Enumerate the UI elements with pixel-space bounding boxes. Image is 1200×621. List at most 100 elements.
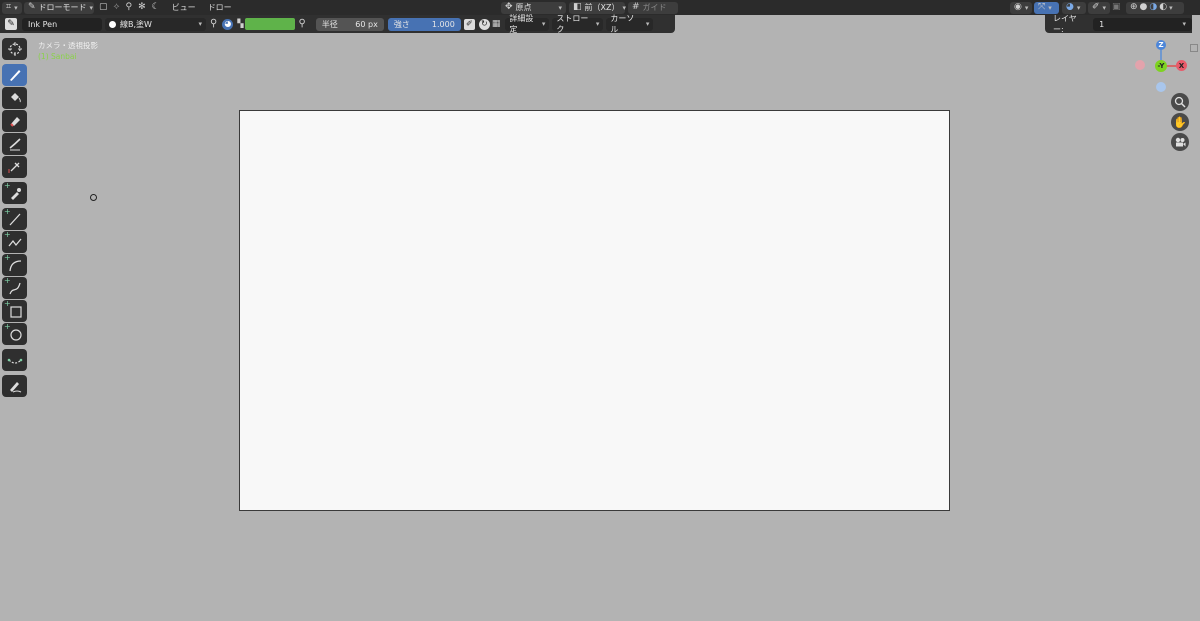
- brush-icon[interactable]: ✎: [5, 18, 17, 30]
- vertex-color-icon[interactable]: ▚: [237, 20, 243, 28]
- solid-icon[interactable]: ●: [1140, 3, 1148, 12]
- material-dropdown[interactable]: 線B,塗W ▾: [105, 17, 206, 31]
- cursor-tool[interactable]: [2, 38, 27, 60]
- fill-tool[interactable]: [2, 87, 27, 109]
- hand-icon: ✋: [1173, 115, 1187, 129]
- stroke-dropdown[interactable]: ストローク ▾: [552, 14, 604, 34]
- pan-button[interactable]: ✋: [1171, 113, 1189, 131]
- shading-buttons: ⊕ ● ◑ ◐ ▾: [1126, 1, 1184, 14]
- material-swatch-icon: [109, 20, 116, 28]
- zoom-button[interactable]: [1171, 93, 1189, 111]
- curve-editing-icon[interactable]: ⟡: [114, 3, 120, 12]
- chevron-down-icon: ▾: [89, 3, 94, 12]
- camera-view-button[interactable]: [1171, 133, 1189, 151]
- autokey-icon[interactable]: ⚲: [125, 3, 132, 12]
- plus-icon: +: [4, 207, 11, 216]
- gp-overlay-dropdown[interactable]: ✐ ▾: [1088, 1, 1110, 14]
- chevron-down-icon: ▾: [198, 20, 202, 28]
- annotate-tool[interactable]: [2, 375, 27, 397]
- menu-draw[interactable]: ドロー: [202, 2, 238, 13]
- chevron-down-icon: ▾: [645, 20, 650, 28]
- guides-label: ガイド: [642, 3, 667, 12]
- stabilizer-icon[interactable]: ▦: [492, 19, 501, 29]
- fill-bucket-icon: [10, 93, 21, 103]
- plus-icon: +: [4, 322, 11, 331]
- layer-bar: レイヤー: 1 ▾: [1045, 14, 1192, 34]
- pencil-icon: [9, 70, 20, 81]
- magnifier-icon: [1174, 96, 1186, 108]
- plus-icon: +: [4, 276, 11, 285]
- pivot-dropdown[interactable]: ✥ 原点 ▾: [501, 1, 566, 14]
- eyedropper-tool[interactable]: +: [2, 182, 27, 204]
- box-tool[interactable]: +: [2, 300, 27, 322]
- axis-neg-x[interactable]: [1135, 60, 1145, 70]
- brush-name: Ink Pen: [28, 19, 58, 29]
- chevron-down-icon: ▾: [558, 3, 562, 12]
- chevron-down-icon: ▾: [1048, 3, 1052, 12]
- brush-name-field[interactable]: Ink Pen: [22, 17, 102, 31]
- cursor-dropdown[interactable]: カーソル ▾: [606, 14, 654, 34]
- chevron-down-icon[interactable]: ▾: [1169, 4, 1173, 12]
- radius-field[interactable]: 半径 60 px: [315, 17, 384, 31]
- chevron-down-icon: ▾: [1024, 3, 1029, 12]
- polyline-tool[interactable]: +: [2, 231, 27, 253]
- multiframe-icon[interactable]: ▢: [99, 3, 108, 12]
- gizmo-icon: ⤧: [1038, 2, 1046, 12]
- region-edge[interactable]: [1190, 40, 1200, 200]
- tool-settings-bar: ✎ Ink Pen 線B,塗W ▾ ⚲ ◕ ▚ ⚲ 半径 60 px 強さ 1.…: [0, 14, 675, 34]
- color-mode-icon[interactable]: ◕: [222, 18, 234, 30]
- interpolate-tool[interactable]: [2, 349, 27, 371]
- plus-icon: +: [4, 299, 11, 308]
- overlay-dropdown[interactable]: ◕ ▾: [1062, 1, 1086, 14]
- circle-tool[interactable]: +: [2, 323, 27, 345]
- camera-frame[interactable]: [239, 110, 950, 511]
- chevron-down-icon: ▾: [14, 3, 18, 12]
- layer-label: レイヤー:: [1053, 14, 1077, 34]
- grid-icon: #: [632, 2, 640, 12]
- erase-tool[interactable]: [2, 110, 27, 132]
- menu-view[interactable]: ビュー: [166, 2, 202, 13]
- advanced-dropdown[interactable]: 詳細設定 ▾: [505, 14, 550, 34]
- mode-dropdown[interactable]: ✎ ドローモード ▾: [24, 1, 94, 14]
- axis-z[interactable]: Z: [1156, 40, 1166, 50]
- tint-tool[interactable]: [2, 133, 27, 155]
- mask-icon[interactable]: ✻: [138, 3, 146, 12]
- axis-x[interactable]: X: [1176, 60, 1187, 71]
- xray-icon[interactable]: ▣: [1112, 3, 1121, 12]
- gizmo-toggle[interactable]: ⤧ ▾: [1034, 1, 1059, 14]
- curve-tool[interactable]: +: [2, 277, 27, 299]
- pin-icon[interactable]: ⚲: [298, 19, 305, 29]
- wireframe-icon[interactable]: ⊕: [1130, 3, 1138, 12]
- arc-tool[interactable]: +: [2, 254, 27, 276]
- grease-pencil-editor-icon: ⌗: [6, 2, 12, 12]
- toolbar-left: + + + + + + +: [2, 38, 27, 398]
- refresh-icon[interactable]: ↻: [478, 18, 490, 30]
- strength-label: 強さ: [393, 19, 410, 29]
- editor-type-button[interactable]: ⌗ ▾: [2, 1, 22, 14]
- chevron-down-icon: ▾: [541, 20, 546, 28]
- color-swatch[interactable]: [245, 18, 296, 30]
- draw-tool[interactable]: [2, 64, 27, 86]
- header-bar: ⌗ ▾ ✎ ドローモード ▾ ▢ ⟡ ⚲ ✻ ☾ ビュー ドロー ✥ 原点 ▾ ◧…: [0, 0, 1200, 15]
- rendered-icon[interactable]: ◐: [1159, 3, 1167, 12]
- mode-label: ドローモード: [38, 3, 87, 12]
- pressure-icon[interactable]: ✐: [463, 18, 475, 30]
- eraser-icon: [9, 117, 20, 127]
- axis-neg-z[interactable]: [1156, 82, 1166, 92]
- axis-neg-y[interactable]: -Y: [1155, 60, 1167, 72]
- line-tool[interactable]: +: [2, 208, 27, 230]
- camera-icon: [1175, 137, 1186, 147]
- onion-icon[interactable]: ☾: [152, 3, 160, 12]
- visibility-dropdown[interactable]: ◉ ▾: [1010, 1, 1032, 14]
- brush-cursor: [90, 194, 97, 201]
- strength-field[interactable]: 強さ 1.000: [387, 17, 461, 31]
- pin-icon[interactable]: ⚲: [210, 19, 217, 29]
- material-preview-icon[interactable]: ◑: [1149, 3, 1157, 12]
- radius-value: 60 px: [355, 19, 378, 29]
- cutter-tool[interactable]: [2, 156, 27, 178]
- pencil-icon: ✎: [28, 2, 36, 12]
- orientation-dropdown[interactable]: ◧ 前（XZ） ▾: [569, 1, 626, 14]
- guides-dropdown[interactable]: # ガイド: [628, 1, 678, 14]
- layer-dropdown[interactable]: 1 ▾: [1093, 17, 1192, 31]
- stroke-overlay-icon: ✐: [1092, 2, 1100, 12]
